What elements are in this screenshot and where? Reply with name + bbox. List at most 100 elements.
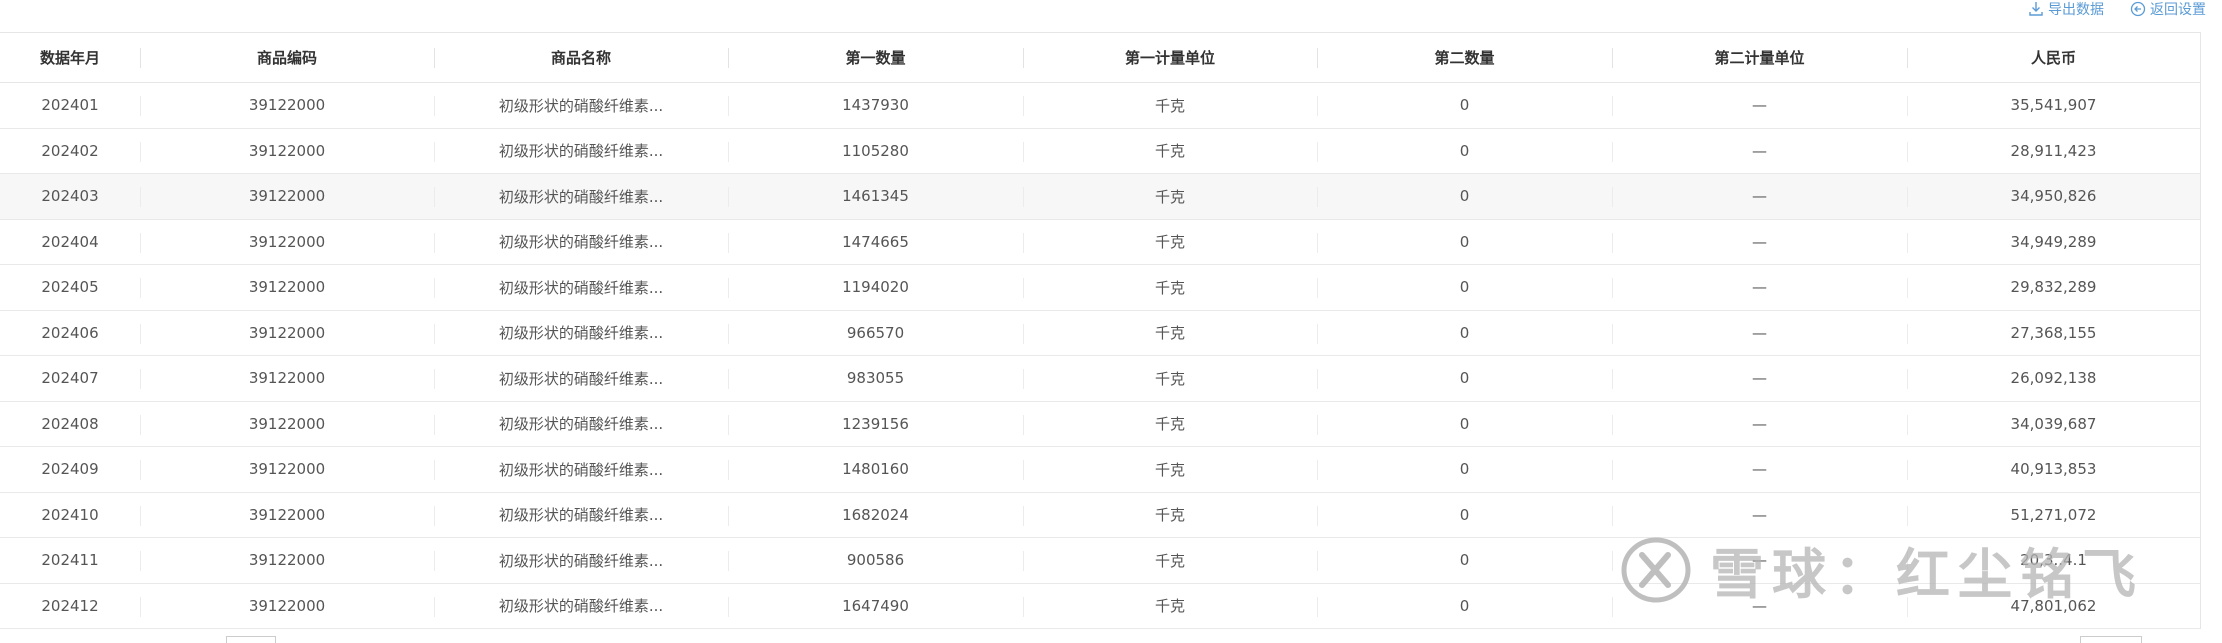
table-row[interactable]: 202405 39122000 初级形状的硝酸纤维素... 1194020 千克 0—29… [0, 264, 2200, 311]
table-row[interactable]: 202410 39122000 初级形状的硝酸纤维素... 1682024 千克 0—51… [0, 492, 2200, 538]
table-header-row: 数据年月 商品编码 商品名称 第一数量 第一计量单位 第二数量 第二计量单位 人民币 [0, 32, 2200, 83]
table-cell: 0 [1317, 355, 1612, 402]
page-jump-input[interactable] [2080, 636, 2142, 643]
table-cell: 0 [1317, 583, 1612, 629]
column-header[interactable]: 商品名称 [434, 32, 728, 83]
column-header[interactable]: 第一数量 [728, 32, 1023, 83]
table-cell: 34,949,289 [1907, 219, 2200, 265]
table-cell: 初级形状的硝酸纤维素... [434, 446, 728, 493]
table-cell: — [1612, 355, 1907, 402]
table-cell: — [1612, 128, 1907, 174]
table-cell: 202412 [0, 583, 140, 629]
data-query-page: 导出数据 返回设置 数据年月 商品编码 商品名称 第一数量 第一计量单位 第二数… [0, 0, 2222, 643]
table-cell: 1474665 [728, 219, 1023, 265]
table-cell: — [1612, 219, 1907, 265]
table-cell: 34,039,687 [1907, 401, 2200, 447]
table-cell: 初级形状的硝酸纤维素... [434, 537, 728, 584]
table-row[interactable]: 202401 39122000 初级形状的硝酸纤维素... 1437930 千克 0—35… [0, 82, 2200, 129]
table-row[interactable]: 202409 39122000 初级形状的硝酸纤维素... 1480160 千克 0—40… [0, 446, 2200, 493]
table-cell: 千克 [1023, 355, 1317, 402]
table-cell: — [1612, 310, 1907, 356]
export-data-label: 导出数据 [2048, 2, 2104, 18]
column-header[interactable]: 数据年月 [0, 32, 140, 83]
table-cell: 202403 [0, 173, 140, 220]
table-cell: 39122000 [140, 82, 434, 129]
table-cell: 0 [1317, 264, 1612, 311]
table-row[interactable]: 202402 39122000 初级形状的硝酸纤维素... 1105280 千克 0—28… [0, 128, 2200, 174]
page-size-select[interactable] [226, 636, 276, 643]
table-cell: 202408 [0, 401, 140, 447]
table-cell: 202401 [0, 82, 140, 129]
table-cell: — [1612, 401, 1907, 447]
table-cell: 47,801,062 [1907, 583, 2200, 629]
table-cell: 0 [1317, 128, 1612, 174]
table-cell: 1480160 [728, 446, 1023, 493]
table-cell: — [1612, 82, 1907, 129]
table-cell: 202410 [0, 492, 140, 538]
table-cell: 202404 [0, 219, 140, 265]
table-row[interactable]: 202412 39122000 初级形状的硝酸纤维素... 1647490 千克 0—47… [0, 583, 2200, 629]
table-cell: 初级形状的硝酸纤维素... [434, 173, 728, 220]
table-body: 202401 39122000 初级形状的硝酸纤维素... 1437930 千克 0—35… [0, 82, 2200, 629]
table-cell: 39122000 [140, 173, 434, 220]
table-cell: 0 [1317, 219, 1612, 265]
table-cell: 1647490 [728, 583, 1023, 629]
table-row[interactable]: 202407 39122000 初级形状的硝酸纤维素... 983055 千克 0—26,… [0, 355, 2200, 402]
table-cell: 千克 [1023, 219, 1317, 265]
table-row[interactable]: 202403 39122000 初级形状的硝酸纤维素... 1461345 千克 0—34… [0, 173, 2200, 220]
table-cell: 39122000 [140, 355, 434, 402]
table-cell: 202405 [0, 264, 140, 311]
table-cell: 0 [1317, 173, 1612, 220]
table-cell: 千克 [1023, 264, 1317, 311]
table-cell: 千克 [1023, 537, 1317, 584]
column-header[interactable]: 第二数量 [1317, 32, 1612, 83]
column-header[interactable]: 商品编码 [140, 32, 434, 83]
table-cell: — [1612, 173, 1907, 220]
table-cell: 26,092,138 [1907, 355, 2200, 402]
table-cell: 千克 [1023, 128, 1317, 174]
table-row[interactable]: 202404 39122000 初级形状的硝酸纤维素... 1474665 千克 0—34… [0, 219, 2200, 265]
table-cell: 初级形状的硝酸纤维素... [434, 583, 728, 629]
table-cell: 初级形状的硝酸纤维素... [434, 401, 728, 447]
table-cell: 202406 [0, 310, 140, 356]
table-cell: 初级形状的硝酸纤维素... [434, 310, 728, 356]
table-cell: 初级形状的硝酸纤维素... [434, 219, 728, 265]
table-cell: — [1612, 264, 1907, 311]
column-header[interactable]: 第二计量单位 [1612, 32, 1907, 83]
table-row[interactable]: 202408 39122000 初级形状的硝酸纤维素... 1239156 千克 0—34… [0, 401, 2200, 447]
export-data-button[interactable]: 导出数据 [2028, 0, 2104, 19]
column-header[interactable]: 人民币 [1907, 32, 2200, 83]
table-cell: 0 [1317, 537, 1612, 584]
table-cell: 27,368,155 [1907, 310, 2200, 356]
column-header[interactable]: 第一计量单位 [1023, 32, 1317, 83]
table-cell: — [1612, 446, 1907, 493]
table-cell: 初级形状的硝酸纤维素... [434, 82, 728, 129]
back-to-settings-button[interactable]: 返回设置 [2130, 0, 2206, 19]
download-icon [2028, 1, 2044, 17]
table-cell: 39122000 [140, 492, 434, 538]
table-cell: 千克 [1023, 310, 1317, 356]
table-cell: 39122000 [140, 401, 434, 447]
arrow-left-circle-icon [2130, 1, 2146, 17]
table-cell: 0 [1317, 310, 1612, 356]
table-cell: 1105280 [728, 128, 1023, 174]
table-cell: 202402 [0, 128, 140, 174]
table-cell: 0 [1317, 492, 1612, 538]
table-row[interactable]: 202411 39122000 初级形状的硝酸纤维素... 900586 千克 0—20,… [0, 537, 2200, 584]
table-cell: 39122000 [140, 219, 434, 265]
table-row[interactable]: 202406 39122000 初级形状的硝酸纤维素... 966570 千克 0—27,… [0, 310, 2200, 356]
table-cell: 39122000 [140, 583, 434, 629]
table-cell: 1461345 [728, 173, 1023, 220]
table-cell: 39122000 [140, 446, 434, 493]
pagination-bar [0, 636, 2222, 643]
table-cell: 28,911,423 [1907, 128, 2200, 174]
table-cell: 千克 [1023, 446, 1317, 493]
table-cell: 1682024 [728, 492, 1023, 538]
table-cell: 初级形状的硝酸纤维素... [434, 128, 728, 174]
data-table: 数据年月 商品编码 商品名称 第一数量 第一计量单位 第二数量 第二计量单位 人民币 2024… [0, 32, 2200, 629]
table-cell: 0 [1317, 401, 1612, 447]
table-cell: 51,271,072 [1907, 492, 2200, 538]
toolbar: 导出数据 返回设置 [2028, 0, 2206, 18]
table-cell: 初级形状的硝酸纤维素... [434, 492, 728, 538]
back-to-settings-label: 返回设置 [2150, 2, 2206, 18]
